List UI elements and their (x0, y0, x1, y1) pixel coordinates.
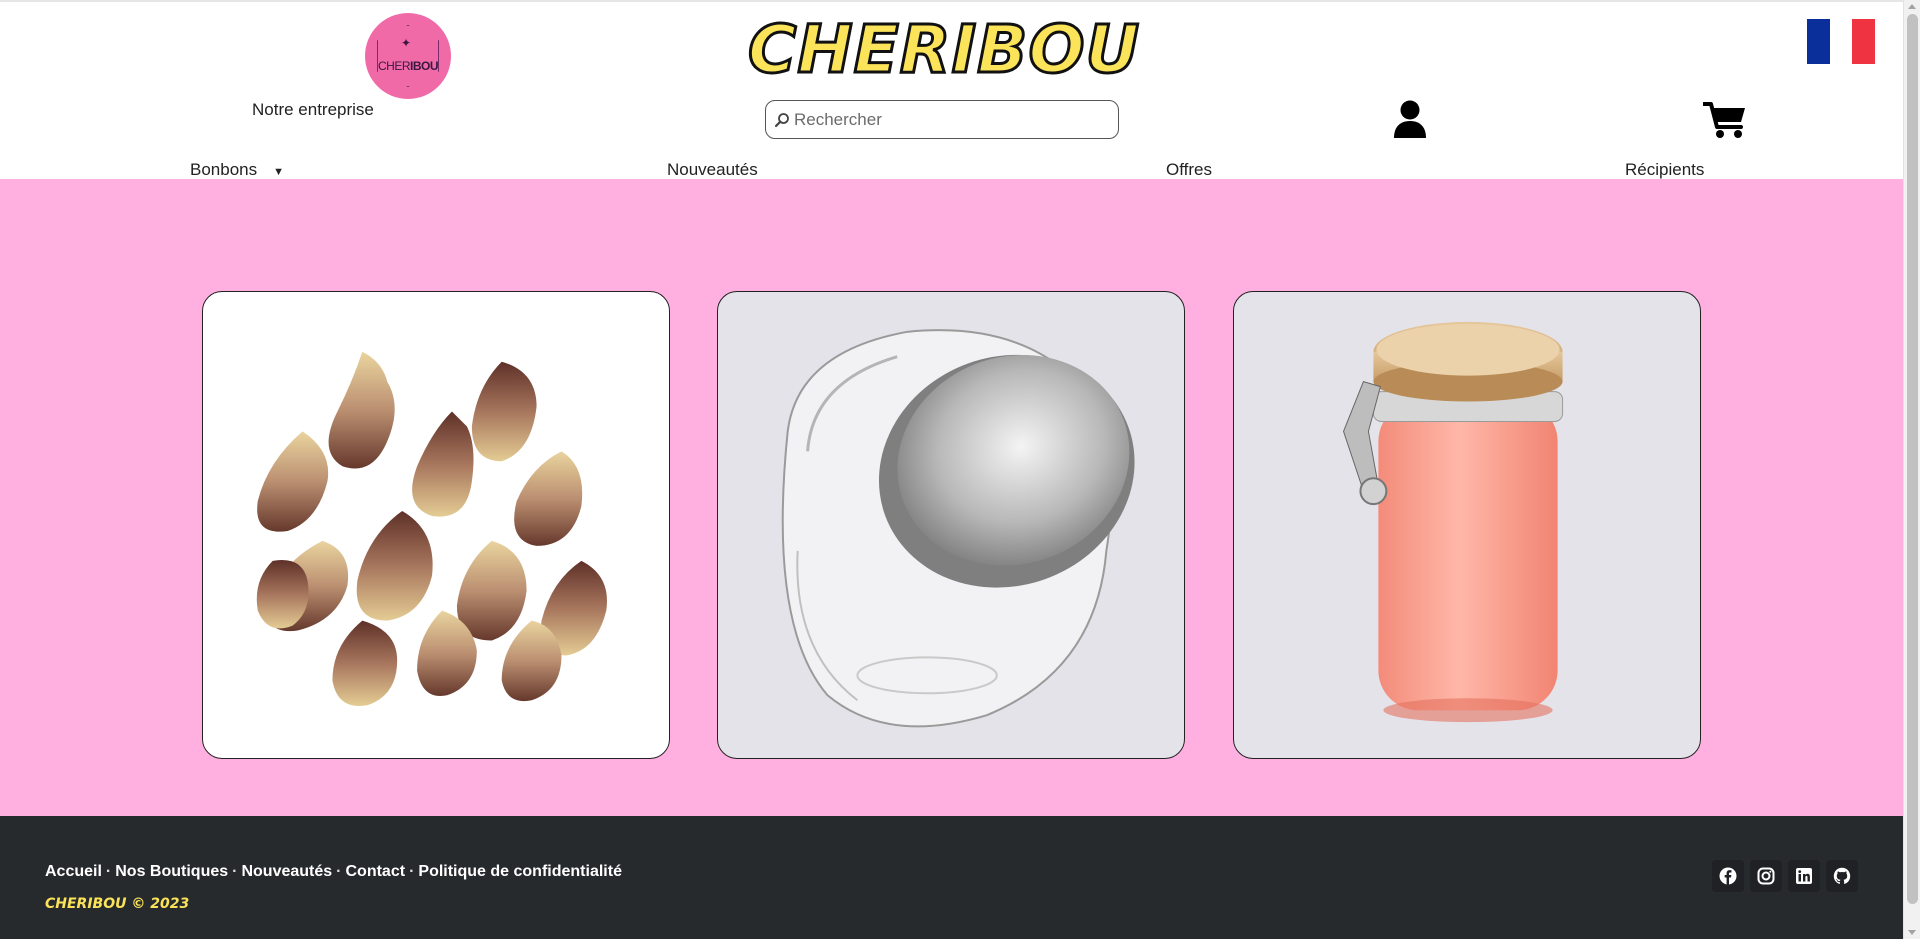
nav-item-nouveautes[interactable]: Nouveautés (667, 160, 758, 180)
footer-links: Accueil · Nos Boutiques · Nouveautés · Contact… (45, 863, 622, 881)
pink-jar-image (1342, 321, 1564, 723)
french-flag-icon[interactable] (1807, 19, 1876, 64)
product-card-cola-candies[interactable] (202, 291, 670, 759)
user-account-icon[interactable] (1393, 100, 1427, 138)
footer-separator: · (105, 863, 112, 880)
product-card-glass-jar[interactable] (717, 291, 1185, 759)
logo-badge[interactable]: ✦ CHERIBOU (365, 13, 451, 99)
instagram-icon[interactable] (1750, 860, 1782, 892)
glass-jar-image (781, 329, 1135, 728)
footer-separator: · (232, 863, 238, 880)
page: ✦ CHERIBOU Notre entreprise CHERIBOU Rec… (0, 0, 1903, 939)
nav-item-bonbons[interactable]: Bonbons ▼ (190, 160, 284, 180)
flag-stripe-white (1829, 19, 1853, 64)
nav-item-recipients[interactable]: Récipients (1625, 160, 1704, 180)
copyright: CHERIBOU © 2023 (45, 896, 190, 912)
footer-link-accueil[interactable]: Accueil (45, 863, 102, 880)
facebook-icon[interactable] (1712, 860, 1744, 892)
badge-label: CHERIBOU (377, 59, 439, 73)
cola-candies-image (256, 351, 607, 706)
footer-link-nouveautes[interactable]: Nouveautés (241, 863, 332, 880)
search-input[interactable] (794, 109, 1094, 130)
footer-separator: · (336, 863, 342, 880)
footer-link-privacy[interactable]: Politique de confidentialité (418, 863, 622, 880)
search-box[interactable] (765, 100, 1119, 139)
github-icon[interactable] (1826, 860, 1858, 892)
vertical-scrollbar[interactable] (1903, 0, 1920, 939)
scroll-up-arrow-icon[interactable] (1908, 4, 1916, 9)
candy-icon: ✦ (401, 36, 412, 50)
social-links (1712, 860, 1858, 892)
nav-item-label: Bonbons (190, 160, 258, 179)
flag-stripe-red (1852, 19, 1876, 64)
scroll-down-arrow-icon[interactable] (1908, 930, 1916, 935)
scrollbar-thumb[interactable] (1907, 14, 1918, 904)
footer-link-contact[interactable]: Contact (346, 863, 406, 880)
site-header: ✦ CHERIBOU Notre entreprise CHERIBOU Rec… (0, 0, 1903, 179)
main-content (0, 179, 1903, 816)
linkedin-icon[interactable] (1788, 860, 1820, 892)
brand-title[interactable]: CHERIBOU (746, 10, 1140, 90)
footer-link-boutiques[interactable]: Nos Boutiques (115, 863, 228, 880)
dropdown-caret-icon: ▼ (273, 166, 285, 178)
hexagon-shape (377, 25, 439, 87)
product-card-pink-jar[interactable] (1233, 291, 1701, 759)
search-icon (774, 112, 790, 128)
footer-separator: · (409, 863, 415, 880)
site-footer: Accueil · Nos Boutiques · Nouveautés · Contact… (0, 816, 1903, 939)
shopping-cart-icon[interactable] (1702, 101, 1747, 139)
nav-item-offres[interactable]: Offres (1166, 160, 1212, 180)
company-link[interactable]: Notre entreprise (252, 100, 374, 120)
flag-stripe-blue (1807, 19, 1830, 64)
main-nav: Bonbons ▼ Nouveautés Offres Récipients (0, 157, 1903, 181)
